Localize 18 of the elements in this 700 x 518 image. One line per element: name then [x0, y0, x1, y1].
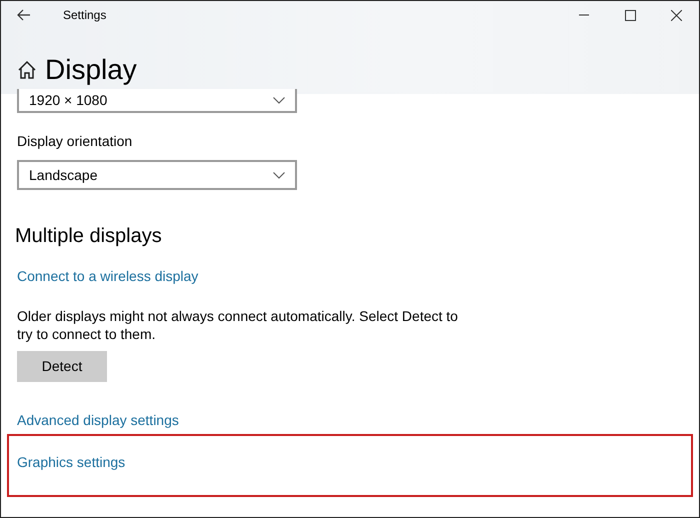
window-title: Settings — [63, 7, 106, 24]
home-icon[interactable] — [17, 60, 37, 80]
link[interactable]: Graphics settings — [17, 452, 126, 473]
description-text: Older displays might not always connect automatically. Select Detect to try to connect to them. — [17, 307, 459, 343]
dropdown[interactable]: 1920 × 1080 — [17, 89, 297, 113]
detect-button[interactable]: Detect — [17, 351, 107, 382]
field-label: Display orientation — [17, 132, 134, 151]
chevron-icon — [273, 172, 285, 178]
section-title: Multiple displays — [15, 224, 163, 249]
dropdown[interactable]: Landscape — [17, 160, 297, 190]
chevron-icon — [273, 96, 285, 104]
link[interactable]: Advanced display settings — [17, 410, 179, 431]
close-icon — [670, 10, 682, 20]
maximize-icon — [624, 10, 636, 20]
link[interactable]: Connect to a wireless display — [17, 266, 198, 287]
back-arrow-icon — [17, 9, 31, 21]
minimize-icon — [579, 14, 589, 16]
page-title: Display — [45, 56, 137, 84]
